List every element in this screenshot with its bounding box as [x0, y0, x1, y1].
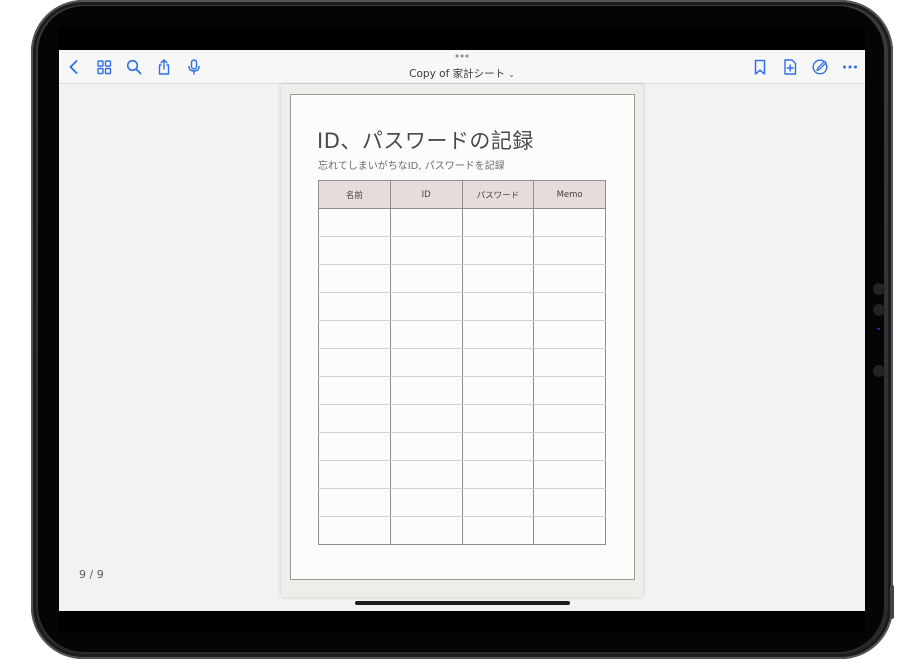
camera-dot — [873, 283, 885, 295]
table-cell — [533, 264, 606, 293]
table-cell — [533, 236, 606, 265]
table-cell — [318, 488, 391, 517]
table-cell — [461, 376, 535, 405]
table-cell — [318, 320, 391, 349]
table-cell — [533, 292, 606, 321]
table-header-row: 名前 ID パスワード Memo — [318, 180, 606, 209]
side-button — [890, 585, 894, 619]
share-icon[interactable] — [155, 58, 173, 76]
table-cell — [533, 488, 606, 517]
table-row — [318, 264, 606, 293]
table-cell — [389, 208, 463, 237]
table-row — [318, 432, 606, 461]
table-cell — [389, 432, 463, 461]
table-cell — [389, 516, 463, 545]
column-header-id: ID — [389, 180, 463, 209]
side-marker: ◂ — [877, 326, 880, 332]
flash-dot — [873, 365, 885, 377]
table-row — [318, 488, 606, 517]
search-icon[interactable] — [125, 58, 143, 76]
table-row — [318, 460, 606, 489]
toolbar: Copy of 家計シート ⌄ — [59, 50, 865, 84]
table-row — [318, 292, 606, 321]
add-page-icon[interactable] — [781, 58, 799, 76]
bookmark-icon[interactable] — [751, 58, 769, 76]
table-cell — [389, 320, 463, 349]
home-indicator[interactable] — [355, 601, 570, 605]
status-bar — [59, 27, 865, 50]
more-icon[interactable] — [841, 58, 859, 76]
markup-pen-icon[interactable] — [811, 58, 829, 76]
table-cell — [461, 348, 535, 377]
table-cell — [389, 264, 463, 293]
drag-handle-icon[interactable] — [453, 53, 471, 59]
page-sheet[interactable]: ID、パスワードの記録 忘れてしまいがちなID, パスワードを記録 名前 ID … — [281, 84, 643, 597]
table-row — [318, 236, 606, 265]
table-cell — [389, 348, 463, 377]
table-cell — [318, 236, 391, 265]
table-body — [318, 208, 606, 545]
table-row — [318, 516, 606, 545]
table-cell — [318, 376, 391, 405]
page-content: ID、パスワードの記録 忘れてしまいがちなID, パスワードを記録 名前 ID … — [290, 94, 635, 580]
document-title-menu[interactable]: Copy of 家計シート ⌄ — [359, 66, 565, 81]
table-cell — [461, 264, 535, 293]
table-row — [318, 348, 606, 377]
table-cell — [533, 208, 606, 237]
table-cell — [461, 488, 535, 517]
bottom-bar — [59, 601, 865, 632]
table-cell — [318, 404, 391, 433]
table-row — [318, 208, 606, 237]
table-cell — [318, 264, 391, 293]
grid-icon[interactable] — [95, 58, 113, 76]
table-cell — [533, 320, 606, 349]
table-cell — [533, 404, 606, 433]
column-header-password: パスワード — [461, 180, 535, 209]
table-cell — [461, 320, 535, 349]
table-cell — [533, 516, 606, 545]
document-canvas[interactable]: ID、パスワードの記録 忘れてしまいがちなID, パスワードを記録 名前 ID … — [59, 84, 865, 611]
page-title: ID、パスワードの記録 — [317, 129, 534, 153]
table-cell — [461, 292, 535, 321]
table-cell — [389, 376, 463, 405]
page-subtitle: 忘れてしまいがちなID, パスワードを記録 — [318, 161, 505, 172]
table-cell — [318, 348, 391, 377]
page-counter: 9 / 9 — [79, 568, 104, 581]
table-cell — [461, 236, 535, 265]
microphone-icon[interactable] — [185, 58, 203, 76]
table-cell — [318, 460, 391, 489]
table-cell — [461, 432, 535, 461]
column-header-memo: Memo — [533, 180, 606, 209]
table-cell — [461, 460, 535, 489]
screen: Copy of 家計シート ⌄ ID、パスワードの記録 忘れてしまいがちなID,… — [59, 27, 865, 632]
table-row — [318, 320, 606, 349]
table-cell — [318, 432, 391, 461]
table-cell — [389, 236, 463, 265]
table-cell — [318, 208, 391, 237]
document-title: Copy of 家計シート — [409, 68, 506, 80]
table-cell — [461, 516, 535, 545]
table-cell — [389, 292, 463, 321]
table-cell — [389, 404, 463, 433]
table-cell — [389, 460, 463, 489]
table-cell — [389, 488, 463, 517]
table-cell — [533, 348, 606, 377]
table-cell — [461, 404, 535, 433]
table-cell — [318, 516, 391, 545]
chevron-down-icon: ⌄ — [508, 70, 515, 79]
table-cell — [533, 460, 606, 489]
table-cell — [533, 376, 606, 405]
column-header-name: 名前 — [318, 180, 391, 209]
table-row — [318, 404, 606, 433]
table-cell — [318, 292, 391, 321]
table-cell — [533, 432, 606, 461]
sensor-dot — [873, 304, 885, 316]
table-row — [318, 376, 606, 405]
back-chevron-icon[interactable] — [65, 58, 83, 76]
password-table: 名前 ID パスワード Memo — [318, 180, 606, 545]
table-cell — [461, 208, 535, 237]
